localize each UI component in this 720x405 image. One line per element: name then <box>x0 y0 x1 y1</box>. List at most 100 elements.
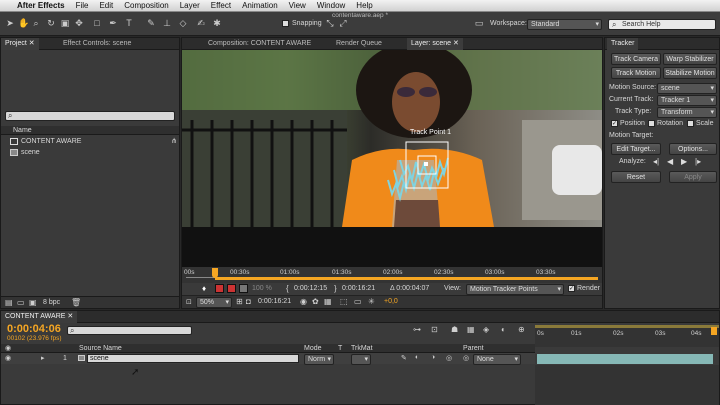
list-item[interactable]: scene <box>1 148 179 158</box>
analyze-back-frame-icon[interactable]: ◂| <box>653 157 659 166</box>
text-tool-icon[interactable]: T <box>124 18 134 28</box>
menu-composition[interactable]: Composition <box>124 1 168 10</box>
search-help-field[interactable]: ⌕ Search Help <box>608 19 716 30</box>
in-point-time[interactable]: 0:00:12:15 <box>294 285 327 292</box>
set-in-point-icon[interactable] <box>215 284 224 293</box>
reset-button[interactable]: Reset <box>611 171 661 183</box>
flowchart-icon[interactable]: ⋔ <box>171 137 177 145</box>
render-checkbox[interactable]: ✓ <box>568 285 575 292</box>
options-button[interactable]: Options... <box>669 143 717 155</box>
frame-blending-icon[interactable]: ▦ <box>467 325 475 334</box>
blend-mode-select[interactable]: Norm <box>304 354 334 365</box>
camera-tool-icon[interactable]: ▣ <box>60 18 70 28</box>
menu-app-name[interactable]: After Effects <box>17 1 65 10</box>
source-name-header[interactable]: Source Name <box>79 345 122 352</box>
video-frame[interactable]: Track Point 1 <box>182 50 602 227</box>
snapping-checkbox[interactable] <box>282 20 289 27</box>
new-folder-icon[interactable]: ▭ <box>17 298 25 307</box>
tab-composition[interactable]: Composition: CONTENT AWARE <box>204 38 315 50</box>
exposure-value[interactable]: +0,0 <box>384 298 398 305</box>
timeline-track-area[interactable] <box>535 365 719 405</box>
playback-icon[interactable]: ♦ <box>202 284 206 293</box>
3d-layer-icon[interactable]: ◎ <box>446 354 452 362</box>
hand-tool-icon[interactable]: ✋ <box>18 18 29 28</box>
brush-tool-icon[interactable]: ✎ <box>146 18 156 28</box>
rotate-tool-icon[interactable]: ↻ <box>46 18 56 28</box>
pen-tool-icon[interactable]: ✒ <box>108 18 118 28</box>
menu-layer[interactable]: Layer <box>180 1 200 10</box>
trkmat-header[interactable]: TrkMat <box>351 345 373 352</box>
table-row[interactable]: ◉ ▸ 1 scene Norm ✎ ◐ ◑ ◎ ◎ None <box>1 353 535 365</box>
go-to-in-icon[interactable]: { <box>286 284 289 293</box>
pickwhip-icon[interactable]: ✎ <box>401 354 407 362</box>
scale-checkbox[interactable] <box>687 120 694 127</box>
t-header[interactable]: T <box>338 345 342 352</box>
comp-mini-flowchart-icon[interactable]: ⊶ <box>413 325 421 334</box>
brainstorm-icon[interactable]: ⊕ <box>518 325 525 334</box>
trash-icon[interactable]: 🗑 <box>71 298 81 307</box>
grid-icon[interactable]: ⊞ <box>236 297 243 306</box>
camera-snapshot-icon[interactable]: ◉ <box>300 297 307 306</box>
view-select[interactable]: Motion Tracker Points <box>466 284 564 295</box>
position-checkbox[interactable]: ✓ <box>611 120 618 127</box>
motion-source-select[interactable]: scene <box>657 83 717 94</box>
parent-pickwhip-icon[interactable]: ◎ <box>463 354 469 362</box>
track-motion-button[interactable]: Track Motion <box>611 67 661 79</box>
magnification-select[interactable]: 50% <box>196 297 232 308</box>
channels-icon[interactable]: ✿ <box>312 297 319 306</box>
project-search-input[interactable]: ⌕ <box>5 111 175 121</box>
layer-duration-bar[interactable] <box>537 354 713 364</box>
parent-header[interactable]: Parent <box>463 345 484 352</box>
snapshot-icon[interactable]: ◘ <box>246 297 251 306</box>
timeline-search-input[interactable]: ⌕ <box>67 326 192 335</box>
workspace-icon[interactable]: ▭ <box>472 18 486 28</box>
out-point-time[interactable]: 0:00:16:21 <box>342 285 375 292</box>
name-column-header[interactable]: Name <box>13 127 32 134</box>
layer-name-field[interactable]: scene <box>87 354 299 363</box>
motion-blur-switch-icon[interactable]: ◐ <box>415 354 419 361</box>
layer-time-ruler[interactable]: 00s 00:30s 01:00s 01:30s 02:00s 02:30s 0… <box>182 267 602 283</box>
toggle-mask-icon[interactable]: ▭ <box>354 297 362 306</box>
current-track-select[interactable]: Tracker 1 <box>657 95 717 106</box>
warp-stabilizer-button[interactable]: Warp Stabilizer <box>663 53 717 65</box>
rotation-checkbox[interactable] <box>648 120 655 127</box>
mask-tool-icon[interactable]: □ <box>92 18 102 28</box>
snap-option-2-icon[interactable]: ⤢ <box>338 18 348 28</box>
work-area-bar[interactable] <box>215 277 598 280</box>
track-point-label[interactable]: Track Point 1 <box>410 129 451 136</box>
stabilize-motion-button[interactable]: Stabilize Motion <box>663 67 717 79</box>
timeline-ruler[interactable]: 0s 01s 02s 03s 04s <box>535 325 719 347</box>
always-preview-icon[interactable]: ⊡ <box>186 298 192 306</box>
transparency-grid-icon[interactable]: ▦ <box>324 297 332 306</box>
menu-animation[interactable]: Animation <box>242 1 278 10</box>
menu-effect[interactable]: Effect <box>211 1 231 10</box>
menu-view[interactable]: View <box>289 1 306 10</box>
roto-brush-tool-icon[interactable]: ✍ <box>196 18 206 28</box>
tab-layer-scene[interactable]: Layer: scene ✕ <box>407 38 463 50</box>
ripple-icon[interactable] <box>239 284 248 293</box>
eye-icon[interactable]: ◉ <box>5 354 11 362</box>
set-out-point-icon[interactable] <box>227 284 236 293</box>
adjustment-layer-icon[interactable]: ◑ <box>431 354 435 361</box>
expand-arrow-icon[interactable]: ▸ <box>41 354 45 362</box>
region-of-interest-icon[interactable]: ⬚ <box>340 297 348 306</box>
analyze-forward-icon[interactable]: ▶ <box>681 157 687 166</box>
zoom-percent[interactable]: 100 % <box>252 285 272 292</box>
close-icon[interactable]: ✕ <box>67 313 73 320</box>
tab-timeline[interactable]: CONTENT AWARE ✕ <box>1 311 78 323</box>
menu-help[interactable]: Help <box>356 1 372 10</box>
list-item[interactable]: CONTENT AWARE ⋔ <box>1 137 179 147</box>
eraser-tool-icon[interactable]: ◇ <box>178 18 188 28</box>
analyze-backward-icon[interactable]: ◀ <box>667 157 673 166</box>
menu-file[interactable]: File <box>76 1 89 10</box>
workspace-select[interactable]: Standard <box>527 19 602 30</box>
playhead-icon[interactable] <box>711 327 717 335</box>
menu-window[interactable]: Window <box>317 1 345 10</box>
menu-edit[interactable]: Edit <box>99 1 113 10</box>
pan-behind-tool-icon[interactable]: ✥ <box>74 18 84 28</box>
tab-render-queue[interactable]: Render Queue <box>332 38 386 50</box>
current-time-display[interactable]: 0:00:16:21 <box>258 298 291 305</box>
snap-option-icon[interactable]: ⤡ <box>325 18 335 28</box>
zoom-tool-icon[interactable]: ⌕ <box>31 18 41 28</box>
work-area-bar[interactable] <box>535 325 719 328</box>
